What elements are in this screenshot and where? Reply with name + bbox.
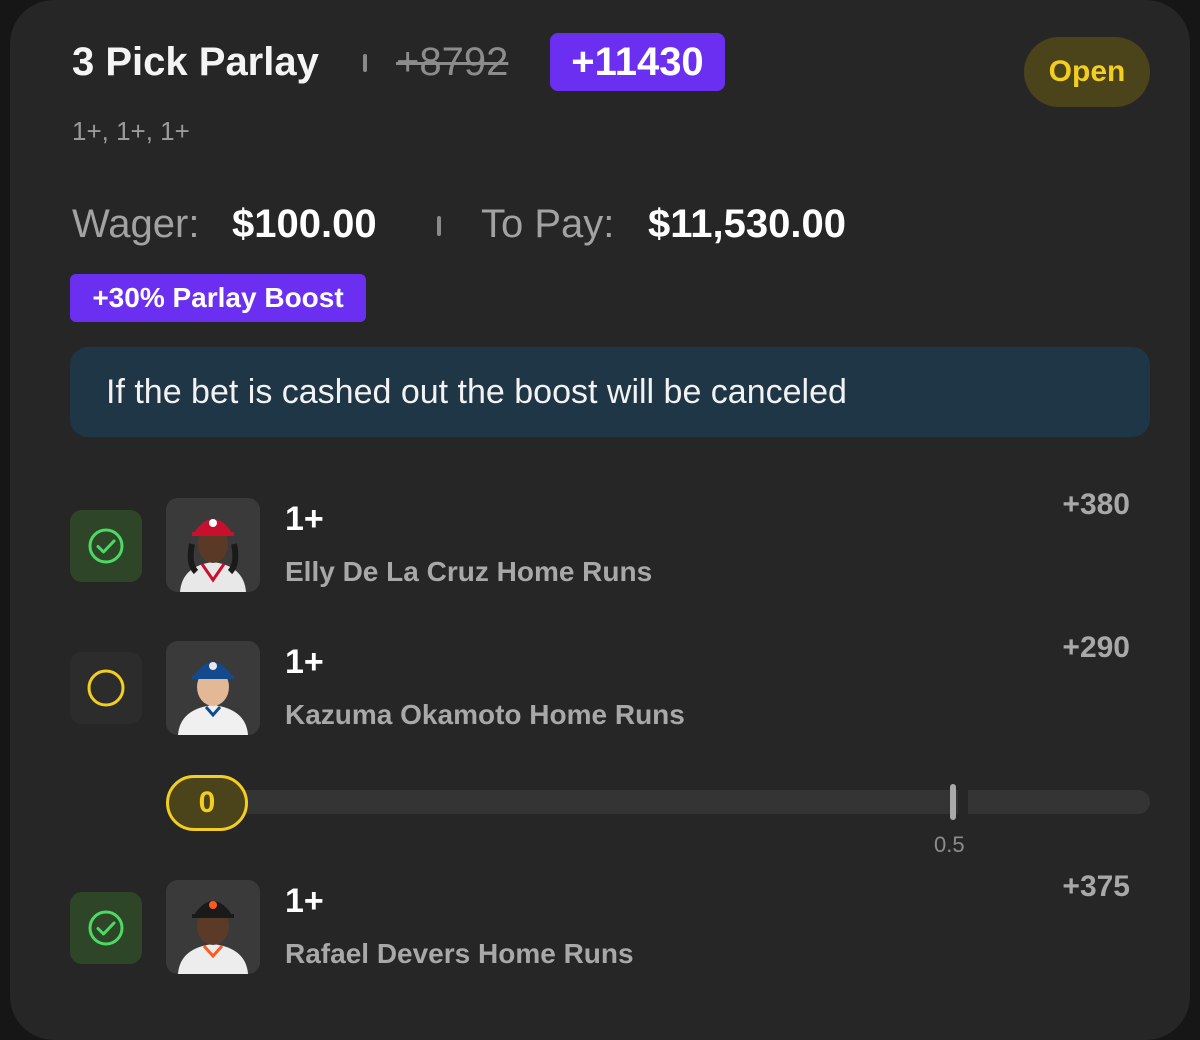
leg-status-won xyxy=(70,892,142,964)
leg-line: 1+ xyxy=(285,643,324,681)
leg-line: 1+ xyxy=(285,882,324,920)
leg-odds: +375 xyxy=(1062,870,1130,903)
boosted-odds: +11430 xyxy=(550,33,725,91)
leg-player: Elly De La Cruz Home Runs xyxy=(285,556,653,587)
cashout-notice: If the bet is cashed out the boost will … xyxy=(70,347,1150,437)
leg-odds: +380 xyxy=(1062,488,1130,521)
player-avatar-icon xyxy=(166,498,260,592)
progress-target-label: 0.5 xyxy=(934,832,965,857)
leg-status-won xyxy=(70,510,142,582)
player-photo xyxy=(166,880,260,974)
leg-status-open xyxy=(70,652,142,724)
cashout-notice-text: If the bet is cashed out the boost will … xyxy=(106,372,847,411)
original-odds: +8792 xyxy=(396,40,509,84)
check-circle-icon xyxy=(88,910,124,946)
parlay-boost-badge: +30% Parlay Boost xyxy=(70,274,366,322)
progress-track-gap xyxy=(958,788,968,816)
player-photo xyxy=(166,498,260,592)
wager-label: Wager: xyxy=(72,202,200,246)
target-tick xyxy=(950,784,956,820)
player-avatar-icon xyxy=(166,880,260,974)
bet-title: 3 Pick Parlay xyxy=(72,40,319,84)
to-pay-label: To Pay: xyxy=(481,202,615,246)
progress-track xyxy=(232,790,1150,814)
leg-player: Kazuma Okamoto Home Runs xyxy=(285,699,685,730)
leg-player: Rafael Devers Home Runs xyxy=(285,938,634,969)
to-pay-value: $11,530.00 xyxy=(648,202,846,246)
leg-odds: +290 xyxy=(1062,631,1130,664)
bet-card[interactable]: 3 Pick Parlay +8792 +11430 Open 1+, 1+, … xyxy=(10,0,1190,1040)
title-divider xyxy=(363,54,367,72)
player-photo xyxy=(166,641,260,735)
leg-line: 1+ xyxy=(285,500,324,538)
check-circle-icon xyxy=(88,528,124,564)
wager-value: $100.00 xyxy=(232,202,377,246)
status-badge: Open xyxy=(1024,37,1150,107)
progress-current-value: 0 xyxy=(166,775,248,831)
legs-summary: 1+, 1+, 1+ xyxy=(72,116,190,146)
empty-circle-icon xyxy=(87,669,125,707)
wager-divider xyxy=(437,216,441,236)
player-avatar-icon xyxy=(166,641,260,735)
